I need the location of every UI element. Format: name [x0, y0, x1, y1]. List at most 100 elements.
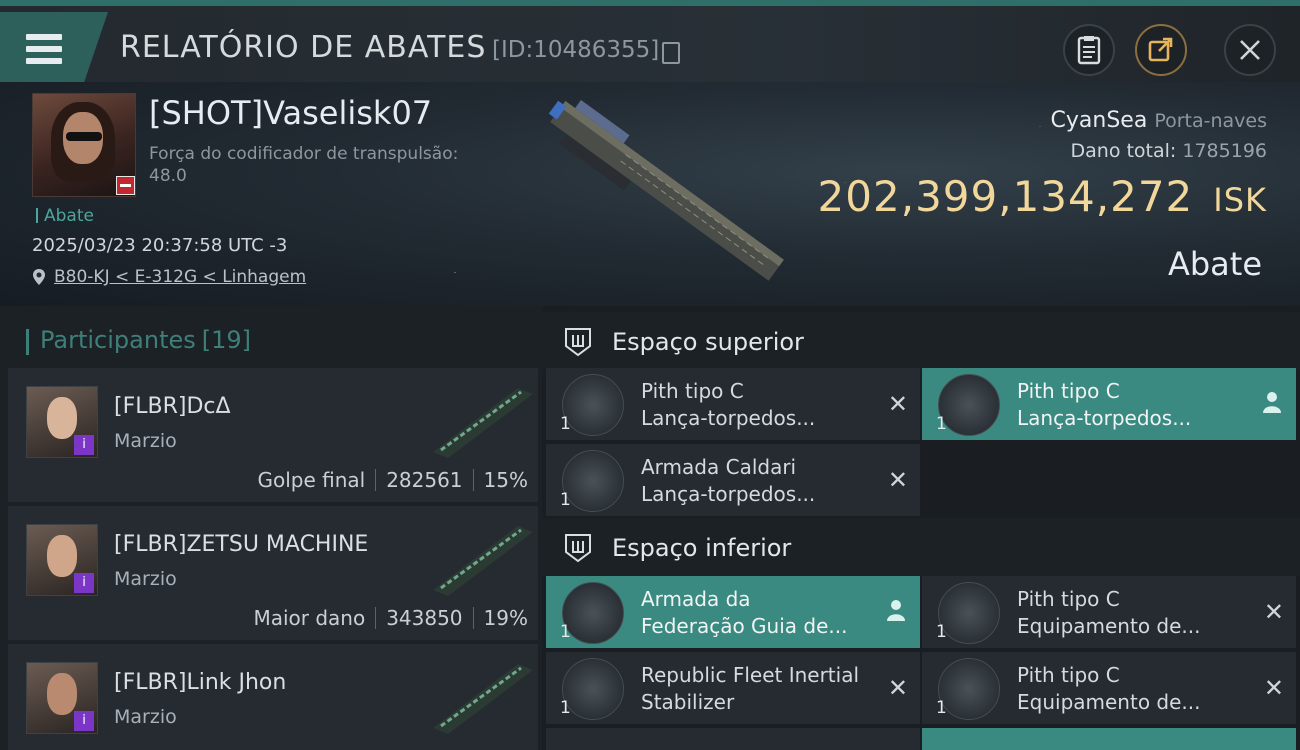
module-slot[interactable]: 1 Pith tipo C Lança-torpedos...: [922, 368, 1296, 440]
stat-percent: 15%: [483, 468, 528, 492]
corp-badge-icon: i: [74, 573, 94, 593]
destroyed-badge-icon: [116, 176, 135, 195]
menu-button[interactable]: [0, 12, 108, 82]
destroyed-x-icon: ✕: [1263, 598, 1284, 626]
module-qty: 1: [560, 490, 571, 510]
isk-value: 202,399,134,272 ISK: [818, 172, 1267, 221]
module-name-line2: Lança-torpedos...: [641, 406, 816, 430]
module-slot[interactable]: 1 Armada Caldari Lança-torpedos... ✕: [546, 444, 920, 516]
module-qty: 1: [936, 622, 947, 642]
participants-header: Participantes [19]: [26, 326, 252, 355]
stat-label: Maior dano: [253, 606, 366, 630]
participant-ship-icon: [433, 388, 533, 458]
stat-percent: 19%: [483, 606, 528, 630]
participant-stats: Maior dano 343850 19%: [253, 606, 528, 630]
participant-name: [FLBR]DcΔ: [114, 394, 231, 419]
total-damage-label: Dano total:: [1070, 140, 1177, 162]
module-name-line1: Pith tipo C: [1017, 587, 1120, 611]
fitting-panel: Espaço superior 1 Pith tipo C Lança-torp…: [542, 306, 1300, 750]
total-damage: Dano total: 1785196: [1071, 140, 1268, 162]
module-name-line1: Pith tipo C: [641, 379, 744, 403]
shield-slot-icon: [565, 534, 591, 563]
torpedo-launcher-icon: [938, 374, 1000, 436]
module-name-line2: Lança-torpedos...: [1017, 406, 1192, 430]
inertial-stabilizer-icon: [562, 658, 624, 720]
victim-name[interactable]: [SHOT]Vaselisk07: [149, 94, 432, 132]
attribute-label: Força do codificador de transpulsão:: [149, 144, 459, 164]
participants-count: [19]: [201, 326, 252, 354]
torpedo-launcher-icon: [562, 374, 624, 436]
share-button[interactable]: [1135, 24, 1187, 76]
module-name-line1: Armada Caldari: [641, 455, 797, 479]
participant-row[interactable]: i [FLBR]ZETSU MACHINE Marzio Maior dano …: [8, 506, 538, 640]
copy-icon[interactable]: [662, 42, 680, 64]
menu-icon: [26, 34, 64, 64]
victim-attribute: Força do codificador de transpulsão: 48.…: [149, 143, 489, 187]
equipment-module-icon: [938, 658, 1000, 720]
upper-slots-title: Espaço superior: [612, 328, 804, 356]
ship-name[interactable]: CyanSea: [1051, 108, 1148, 133]
module-name-line2: Stabilizer: [641, 690, 735, 714]
participant-name: [FLBR]ZETSU MACHINE: [114, 532, 369, 557]
torpedo-launcher-icon: [562, 450, 624, 512]
module-name-line2: Equipamento de...: [1017, 614, 1201, 638]
module-name-line1: Republic Fleet Inertial: [641, 663, 860, 687]
destroyed-x-icon: ✕: [1263, 674, 1284, 702]
participants-panel: Participantes [19] i [FLBR]DcΔ Marzio Gol…: [0, 306, 542, 750]
module-name-line1: Pith tipo C: [1017, 663, 1120, 687]
participants-label: Participantes: [40, 326, 196, 354]
corp-badge-icon: i: [74, 711, 94, 731]
module-slot[interactable]: [546, 728, 920, 750]
participant-stats: Golpe final 282561 15%: [257, 468, 528, 492]
victim-summary: [SHOT]Vaselisk07 Força do codificador de…: [0, 82, 1300, 306]
dropped-person-icon: [887, 600, 905, 621]
module-qty: 1: [560, 698, 571, 718]
isk-unit: ISK: [1213, 181, 1267, 219]
stat-damage: 343850: [386, 606, 463, 630]
isk-amount: 202,399,134,272: [817, 172, 1194, 221]
shield-slot-icon: [565, 328, 591, 357]
module-slot[interactable]: 1 Pith tipo C Equipamento de... ✕: [922, 576, 1296, 648]
victim-ship-info: CyanSea Porta-naves: [1051, 108, 1267, 133]
participant-corp: Marzio: [114, 706, 177, 728]
participant-ship-icon: [433, 526, 533, 596]
ship-class: Porta-naves: [1154, 110, 1267, 132]
destroyed-x-icon: ✕: [887, 674, 908, 702]
participant-row[interactable]: i [FLBR]Link Jhon Marzio: [8, 644, 538, 750]
page-title: RELATÓRIO DE ABATES: [120, 30, 487, 65]
kill-result: Abate: [1167, 245, 1262, 283]
lower-slots-title: Espaço inferior: [612, 534, 792, 562]
total-damage-value: 1785196: [1182, 140, 1267, 162]
module-slot[interactable]: 1 Republic Fleet Inertial Stabilizer ✕: [546, 652, 920, 724]
clipboard-button[interactable]: [1063, 24, 1115, 76]
module-slot[interactable]: 1 Armada da Federação Guia de...: [546, 576, 920, 648]
module-slot[interactable]: 1 Pith tipo C Equipamento de... ✕: [922, 652, 1296, 724]
stat-damage: 282561: [386, 468, 463, 492]
location-link[interactable]: B80-KJ < E-312G < Linhagem: [32, 267, 306, 287]
close-button[interactable]: [1224, 24, 1276, 76]
module-slot[interactable]: [922, 728, 1296, 750]
module-slot[interactable]: 1 Pith tipo C Lança-torpedos... ✕: [546, 368, 920, 440]
destroyed-x-icon: ✕: [887, 390, 908, 418]
upper-slots-header: Espaço superior: [542, 312, 1300, 370]
module-name-line2: Federação Guia de...: [641, 614, 848, 638]
participant-name: [FLBR]Link Jhon: [114, 670, 287, 695]
module-qty: 1: [560, 622, 571, 642]
corp-badge-icon: i: [74, 435, 94, 455]
participant-row[interactable]: i [FLBR]DcΔ Marzio Golpe final 282561 15…: [8, 368, 538, 502]
victim-ship-image: [548, 99, 784, 281]
location-pin-icon: [33, 269, 45, 285]
kill-datetime: 2025/03/23 20:37:58 UTC -3: [32, 235, 288, 256]
module-qty: 1: [936, 698, 947, 718]
clipboard-icon: [1077, 36, 1101, 65]
attribute-value: 48.0: [149, 166, 187, 186]
participant-corp: Marzio: [114, 568, 177, 590]
top-bar: RELATÓRIO DE ABATES [ID:10486355]: [0, 0, 1300, 82]
participant-ship-icon: [433, 664, 533, 734]
module-name-line1: Armada da: [641, 587, 751, 611]
module-name-line2: Lança-torpedos...: [641, 482, 816, 506]
lower-slots-header: Espaço inferior: [542, 518, 1300, 576]
participant-corp: Marzio: [114, 430, 177, 452]
stat-label: Golpe final: [257, 468, 366, 492]
module-name-line1: Pith tipo C: [1017, 379, 1120, 403]
